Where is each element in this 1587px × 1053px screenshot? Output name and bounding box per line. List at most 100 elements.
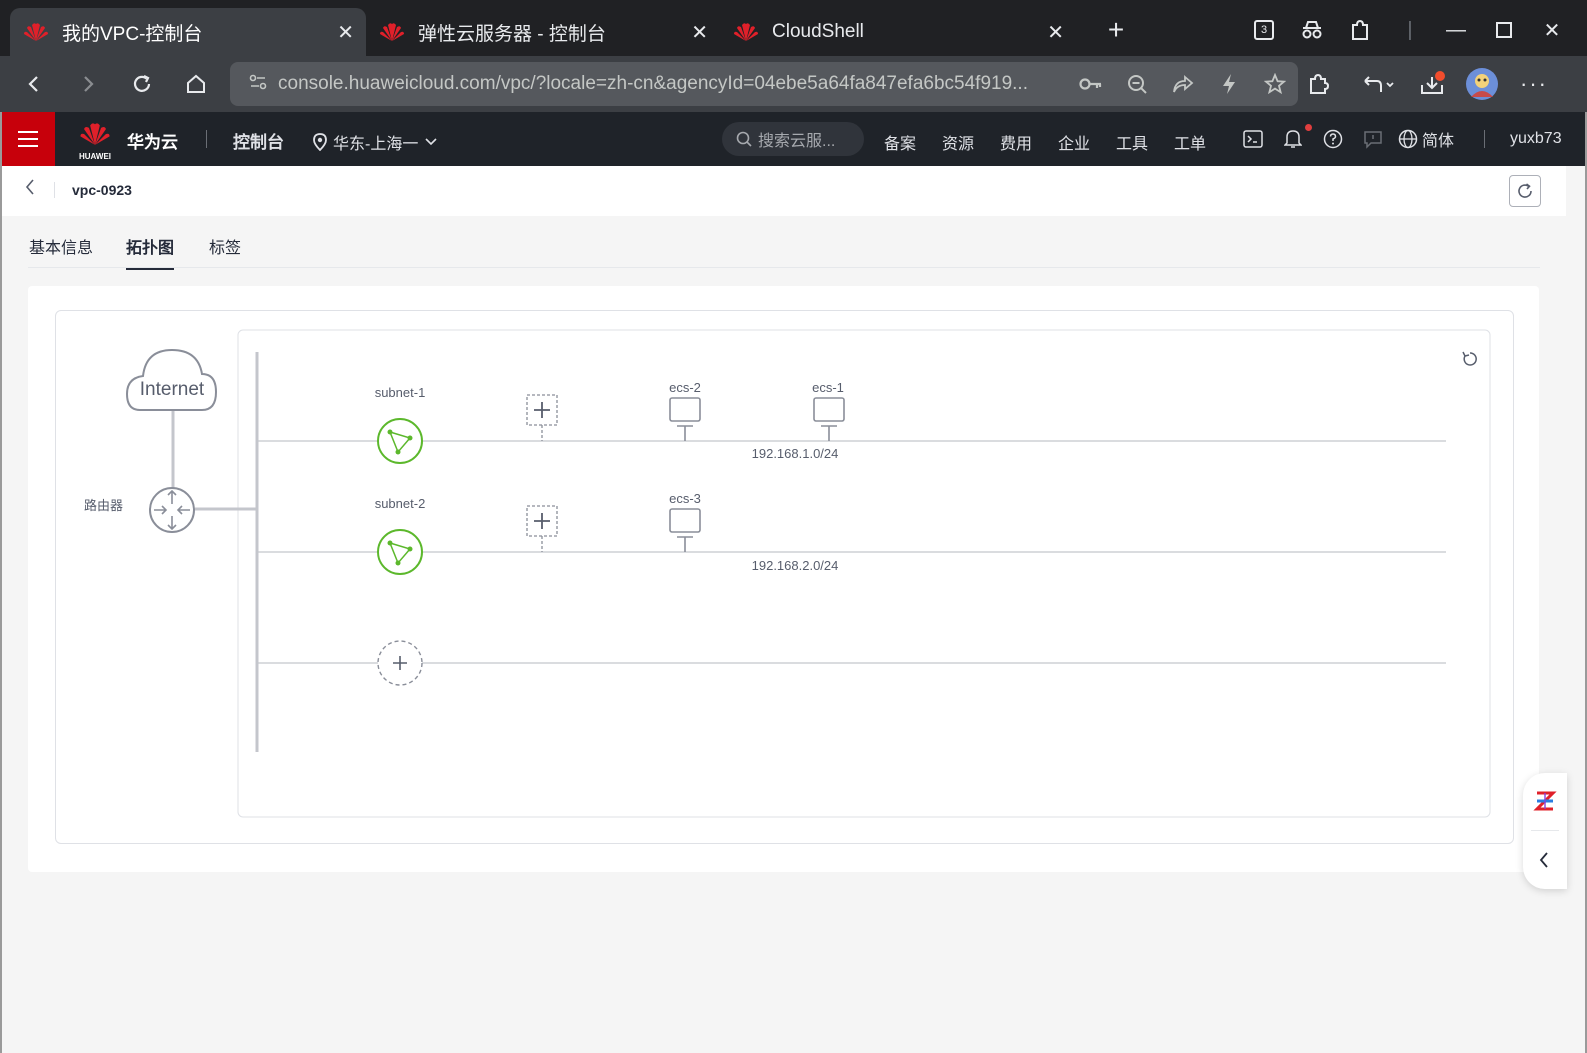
topology-card: Internet 路由器 subnet-1 ecs-2 ecs-1 192.16… <box>28 286 1539 872</box>
ecs-3-node[interactable] <box>669 508 701 552</box>
tab-title: 我的VPC-控制台 <box>62 23 203 45</box>
add-ecs-subnet-1-button[interactable] <box>526 394 558 441</box>
console-header: HUAWEI 华为云 控制台 华东-上海一 搜索云服... 备案 资源 费用 企… <box>0 112 1587 166</box>
user-account-menu[interactable]: yuxb73 <box>1510 130 1562 148</box>
tab-topology[interactable]: 拓扑图 <box>126 234 175 270</box>
browser-toolbar: console.huaweicloud.com/vpc/?locale=zh-c… <box>0 56 1587 112</box>
bell-icon[interactable] <box>1280 126 1306 152</box>
page-title: vpc-0923 <box>72 182 132 198</box>
tab-count-badge: 3 <box>1254 20 1274 40</box>
ecs-3-label: ecs-3 <box>669 491 701 506</box>
back-chevron-icon[interactable] <box>24 178 36 201</box>
tabs-divider <box>28 267 1540 268</box>
reload-icon[interactable] <box>122 64 162 104</box>
add-subnet-button[interactable] <box>377 640 423 686</box>
huawei-logo-icon <box>22 21 50 43</box>
tab-count-icon[interactable]: 3 <box>1244 10 1284 50</box>
subnet-1-name: subnet-1 <box>375 385 426 400</box>
topology-refresh-icon[interactable] <box>1462 351 1477 366</box>
globe-icon <box>1398 129 1418 149</box>
nav-link-enterprise[interactable]: 企业 <box>1058 130 1090 154</box>
titlebar-divider: | <box>1407 18 1413 41</box>
search-input[interactable]: 搜索云服... <box>722 122 864 156</box>
close-icon[interactable]: ✕ <box>691 20 708 45</box>
region-name: 华东-上海一 <box>333 136 419 153</box>
language-selector[interactable]: 简体 <box>1398 126 1458 152</box>
browser-tab-ecs[interactable]: 弹性云服务器 - 控制台 ✕ <box>366 8 720 56</box>
help-icon[interactable] <box>1320 126 1346 152</box>
tab-title: 弹性云服务器 - 控制台 <box>418 23 606 45</box>
password-key-icon[interactable] <box>1068 62 1114 106</box>
bookmark-star-icon[interactable] <box>1252 62 1298 106</box>
subnet-1-node[interactable] <box>377 418 423 464</box>
lightning-icon[interactable] <box>1206 62 1252 106</box>
subnet-2-node[interactable] <box>377 529 423 575</box>
cloudshell-terminal-icon[interactable] <box>1240 126 1266 152</box>
history-undo-icon[interactable] <box>1352 64 1404 104</box>
collapse-chevron-icon[interactable] <box>1537 851 1551 874</box>
extensions-icon[interactable] <box>1296 64 1340 104</box>
incognito-icon[interactable] <box>1292 10 1332 50</box>
nav-link-tickets[interactable]: 工单 <box>1174 130 1206 154</box>
router-node[interactable] <box>149 487 195 533</box>
feedback-icon[interactable] <box>1360 126 1386 152</box>
maximize-icon[interactable] <box>1484 10 1524 50</box>
nav-link-billing[interactable]: 费用 <box>1000 130 1032 154</box>
browser-tab-vpc[interactable]: 我的VPC-控制台 ✕ <box>10 8 366 56</box>
tab-basic-info[interactable]: 基本信息 <box>29 234 93 268</box>
internet-label: Internet <box>140 379 205 400</box>
close-icon[interactable]: ✕ <box>337 20 354 45</box>
avatar[interactable] <box>1460 64 1504 104</box>
url-text[interactable]: console.huaweicloud.com/vpc/?locale=zh-c… <box>278 73 1068 95</box>
menu-icon[interactable] <box>0 112 55 166</box>
huawei-cloud-logo[interactable]: HUAWEI <box>78 120 112 161</box>
ecs-1-label: ecs-1 <box>812 380 844 395</box>
router-label: 路由器 <box>84 498 123 513</box>
assistant-logo-icon[interactable] <box>1533 789 1557 818</box>
zoom-out-icon[interactable] <box>1114 62 1160 106</box>
nav-link-filing[interactable]: 备案 <box>884 130 916 154</box>
minimize-icon[interactable]: — <box>1436 10 1476 50</box>
detail-tabs: 基本信息 拓扑图 标签 <box>2 216 1566 270</box>
internet-cloud[interactable]: Internet <box>125 348 218 411</box>
ecs-2-node[interactable] <box>669 397 701 441</box>
huawei-logo-icon <box>378 21 406 43</box>
search-icon <box>736 131 752 147</box>
share-icon[interactable] <box>1160 62 1206 106</box>
close-icon[interactable]: ✕ <box>1047 20 1064 45</box>
extensions-puzzle-icon[interactable] <box>1340 10 1380 50</box>
nav-link-resources[interactable]: 资源 <box>942 130 974 154</box>
subnet-1-cidr: 192.168.1.0/24 <box>752 446 839 461</box>
subnet-2-name: subnet-2 <box>375 496 426 511</box>
download-icon[interactable] <box>1410 64 1454 104</box>
topology-diagram: Internet 路由器 subnet-1 ecs-2 ecs-1 192.16… <box>84 329 1491 818</box>
search-placeholder: 搜索云服... <box>758 133 836 150</box>
refresh-button[interactable] <box>1509 175 1541 207</box>
tab-title: CloudShell <box>772 21 864 42</box>
browser-tab-cloudshell[interactable]: CloudShell ✕ <box>720 8 1076 56</box>
add-ecs-subnet-2-button[interactable] <box>526 505 558 552</box>
site-info-icon[interactable] <box>238 74 278 95</box>
floating-side-widget <box>1523 773 1567 889</box>
console-title[interactable]: 控制台 <box>233 128 284 153</box>
logo-caption: HUAWEI <box>79 152 111 161</box>
nav-link-tools[interactable]: 工具 <box>1116 130 1148 154</box>
new-tab-button[interactable]: + <box>1096 10 1136 50</box>
header-divider <box>1484 130 1485 148</box>
more-menu-icon[interactable]: ··· <box>1512 64 1556 104</box>
ecs-1-node[interactable] <box>813 397 845 441</box>
subnet-2-cidr: 192.168.2.0/24 <box>752 558 839 573</box>
region-selector[interactable]: 华东-上海一 <box>313 130 438 154</box>
ecs-2-label: ecs-2 <box>669 380 701 395</box>
tab-tags[interactable]: 标签 <box>209 234 241 268</box>
chevron-down-icon <box>425 138 437 146</box>
brand-name: 华为云 <box>127 133 178 152</box>
language-label: 简体 <box>1422 133 1455 150</box>
home-icon[interactable] <box>176 64 216 104</box>
window-close-icon[interactable]: ✕ <box>1532 10 1572 50</box>
address-bar[interactable]: console.huaweicloud.com/vpc/?locale=zh-c… <box>230 62 1298 106</box>
forward-arrow-icon[interactable] <box>68 64 108 104</box>
back-arrow-icon[interactable] <box>14 64 54 104</box>
notification-dot <box>1305 124 1312 131</box>
widget-divider <box>1531 830 1559 831</box>
